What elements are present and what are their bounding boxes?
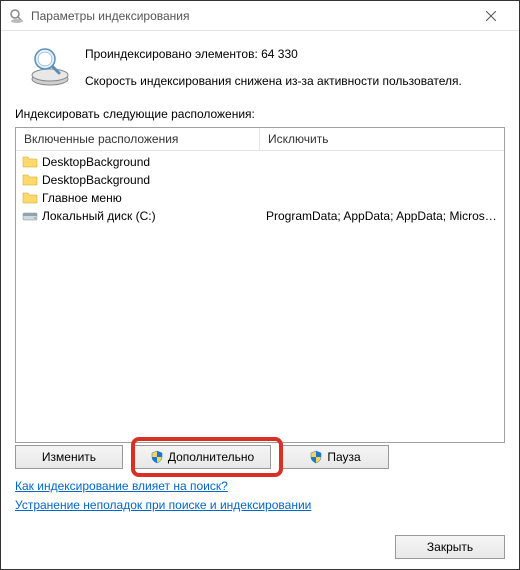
list-item[interactable]: DesktopBackground: [16, 153, 260, 171]
close-icon[interactable]: [471, 2, 511, 30]
buttons-row: Изменить Дополнительно Пауза: [15, 445, 505, 469]
list-item[interactable]: [260, 171, 504, 189]
advanced-button-label: Дополнительно: [168, 450, 254, 464]
shield-icon: [150, 450, 164, 464]
location-name: DesktopBackground: [42, 155, 150, 169]
status-text: Проиндексировано элементов: 64 330 Скоро…: [85, 41, 505, 91]
list-item[interactable]: DesktopBackground: [16, 171, 260, 189]
footer: Закрыть: [1, 525, 519, 569]
list-item[interactable]: Главное меню: [16, 189, 260, 207]
indexing-icon: [9, 8, 25, 24]
status-header: Проиндексировано элементов: 64 330 Скоро…: [15, 41, 505, 91]
help-links: Как индексирование влияет на поиск? Устр…: [15, 477, 505, 515]
list-item[interactable]: Локальный диск (C:): [16, 207, 260, 225]
locations-list: Включенные расположения Исключить Deskto…: [15, 127, 505, 442]
column-exclude[interactable]: Исключить: [260, 128, 504, 150]
locations-label: Индексировать следующие расположения:: [15, 107, 505, 121]
list-item[interactable]: [260, 153, 504, 171]
indexed-count: Проиндексировано элементов: 64 330: [85, 45, 505, 64]
shield-icon: [309, 450, 323, 464]
exclude-column: ProgramData; AppData; AppData; Microso..…: [260, 151, 504, 441]
list-item[interactable]: ProgramData; AppData; AppData; Microso..…: [260, 207, 504, 225]
content-area: Проиндексировано элементов: 64 330 Скоро…: [1, 31, 519, 525]
troubleshoot-link[interactable]: Устранение неполадок при поиске и индекс…: [15, 496, 311, 515]
magnifier-disk-icon: [29, 45, 71, 87]
exclude-text: ProgramData; AppData; AppData; Microso..…: [266, 209, 498, 223]
indexing-speed: Скорость индексирования снижена из-за ак…: [85, 72, 505, 91]
close-button[interactable]: Закрыть: [395, 535, 505, 559]
modify-button[interactable]: Изменить: [15, 445, 123, 469]
list-body: DesktopBackground DesktopBackground Главно…: [16, 151, 504, 441]
included-column: DesktopBackground DesktopBackground Главно…: [16, 151, 260, 441]
window-title: Параметры индексирования: [31, 9, 471, 23]
advanced-button[interactable]: Дополнительно: [133, 445, 271, 469]
location-name: Главное меню: [42, 191, 122, 205]
titlebar: Параметры индексирования: [1, 1, 519, 31]
column-included[interactable]: Включенные расположения: [16, 128, 260, 150]
location-name: DesktopBackground: [42, 173, 150, 187]
list-header: Включенные расположения Исключить: [16, 128, 504, 151]
how-indexing-link[interactable]: Как индексирование влияет на поиск?: [15, 477, 228, 496]
pause-button[interactable]: Пауза: [281, 445, 389, 469]
pause-button-label: Пауза: [327, 450, 360, 464]
list-item[interactable]: [260, 189, 504, 207]
location-name: Локальный диск (C:): [42, 209, 156, 223]
indexing-options-window: Параметры индексирования Проиндексирован…: [0, 0, 520, 570]
